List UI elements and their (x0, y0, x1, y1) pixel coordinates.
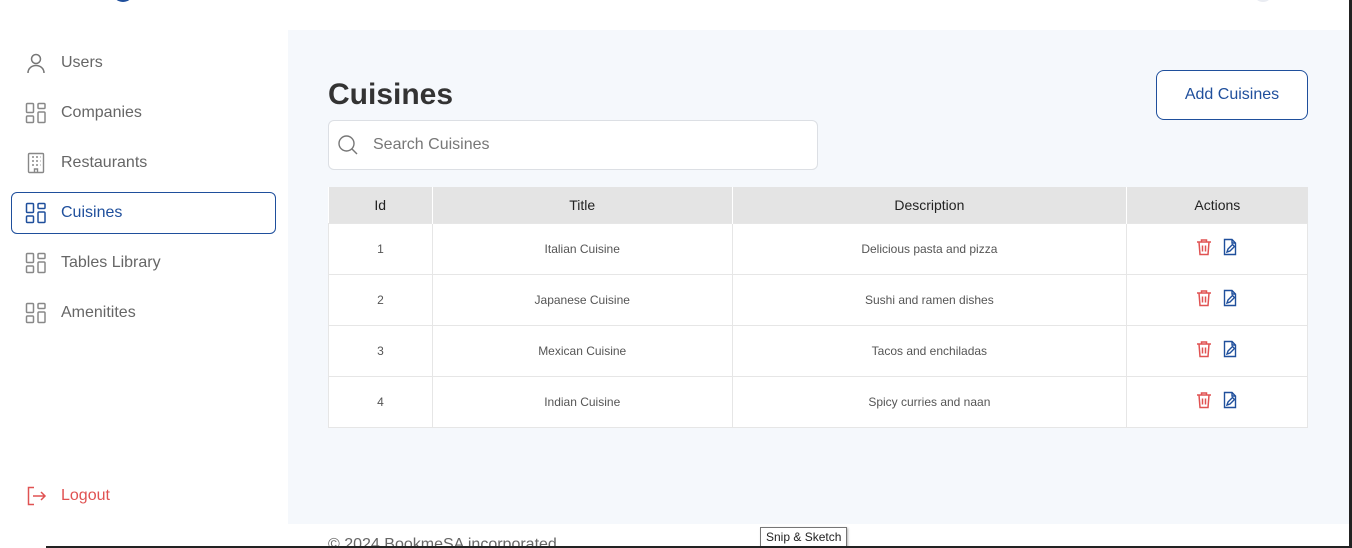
sidebar-item-amenitites[interactable]: Amenitites (11, 292, 276, 334)
cell-actions (1126, 273, 1308, 326)
building-icon (25, 152, 47, 174)
table-row: 4 Indian Cuisine Spicy curries and naan (328, 375, 1308, 428)
add-cuisines-button[interactable]: Add Cuisines (1156, 70, 1308, 120)
logout-label: Logout (61, 487, 110, 504)
cell-title: Mexican Cuisine (431, 324, 733, 377)
edit-icon[interactable] (1222, 340, 1238, 358)
trash-icon[interactable] (1196, 238, 1212, 256)
table-row: 1 Italian Cuisine Delicious pasta and pi… (328, 222, 1308, 275)
tooltip: Snip & Sketch (760, 527, 848, 547)
cell-id: 3 (328, 324, 433, 377)
logout-button[interactable]: Logout (11, 475, 276, 517)
sidebar-item-label: Users (61, 54, 103, 71)
avatar[interactable] (1254, 0, 1272, 2)
edit-icon[interactable] (1222, 238, 1238, 256)
cell-actions (1126, 222, 1308, 275)
cell-description: Sushi and ramen dishes (731, 273, 1128, 326)
logout-icon (25, 485, 47, 507)
cell-id: 4 (328, 375, 433, 428)
cell-id: 2 (328, 273, 433, 326)
edit-icon[interactable] (1222, 289, 1238, 307)
sidebar-item-label: Amenitites (61, 304, 136, 321)
table-row: 2 Japanese Cuisine Sushi and ramen dishe… (328, 273, 1308, 326)
cuisines-table: Id Title Description Actions 1 Italian C… (328, 187, 1308, 428)
trash-icon[interactable] (1196, 340, 1212, 358)
logo[interactable] (112, 0, 134, 2)
table-header-row: Id Title Description Actions (328, 187, 1308, 223)
grid-icon (25, 102, 47, 124)
cell-description: Delicious pasta and pizza (731, 222, 1128, 275)
column-header-actions: Actions (1126, 187, 1308, 223)
trash-icon[interactable] (1196, 391, 1212, 409)
sidebar-item-companies[interactable]: Companies (11, 92, 276, 134)
sidebar-item-label: Restaurants (61, 154, 148, 171)
sidebar-item-cuisines[interactable]: Cuisines (11, 192, 276, 234)
cell-actions (1126, 324, 1308, 377)
top-bar (0, 0, 1352, 30)
cell-title: Italian Cuisine (431, 222, 733, 275)
column-header-description[interactable]: Description (732, 187, 1128, 223)
cell-id: 1 (328, 222, 433, 275)
search-icon (337, 134, 359, 156)
column-header-id[interactable]: Id (328, 187, 433, 223)
sidebar-item-label: Cuisines (61, 204, 123, 221)
cell-actions (1126, 375, 1308, 428)
grid-icon (25, 302, 47, 324)
grid-icon (25, 252, 47, 274)
cell-title: Indian Cuisine (431, 375, 733, 428)
sidebar-item-users[interactable]: Users (11, 42, 276, 84)
sidebar-item-label: Companies (61, 104, 142, 121)
sidebar: Users Companies Restaurants Cuisines Tab… (0, 30, 288, 548)
search-input[interactable] (373, 136, 793, 154)
sidebar-item-tables-library[interactable]: Tables Library (11, 242, 276, 284)
main-content: Cuisines Add Cuisines Id Title Descripti… (288, 30, 1352, 524)
page-title: Cuisines (328, 78, 454, 111)
sidebar-item-label: Tables Library (61, 254, 161, 271)
sidebar-item-restaurants[interactable]: Restaurants (11, 142, 276, 184)
search-box (328, 120, 818, 170)
table-row: 3 Mexican Cuisine Tacos and enchiladas (328, 324, 1308, 377)
edit-icon[interactable] (1222, 391, 1238, 409)
user-icon (25, 52, 47, 74)
cell-title: Japanese Cuisine (431, 273, 733, 326)
trash-icon[interactable] (1196, 289, 1212, 307)
cell-description: Spicy curries and naan (731, 375, 1128, 428)
column-header-title[interactable]: Title (432, 187, 733, 223)
grid-icon (25, 202, 47, 224)
cell-description: Tacos and enchiladas (731, 324, 1128, 377)
